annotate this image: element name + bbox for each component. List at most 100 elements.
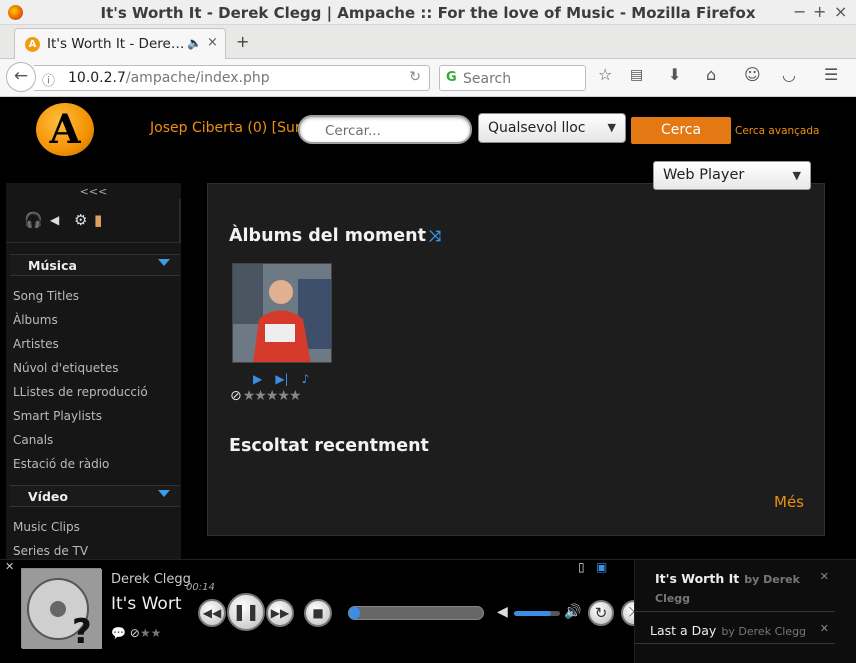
playlist-item-title: Last a Day xyxy=(650,623,717,638)
chevron-down-icon: ▼ xyxy=(792,169,801,182)
sidebar-item-playlists[interactable]: LListes de reproducció xyxy=(13,385,148,399)
expand-arrow-icon[interactable] xyxy=(158,490,170,497)
reading-list-icon[interactable]: ▤ xyxy=(630,67,643,83)
url-bar[interactable]: ⓘ 10.0.2.7/ampache/index.php ↻ xyxy=(34,65,430,91)
section-music[interactable]: Música xyxy=(10,254,180,276)
expand-arrow-icon[interactable] xyxy=(158,259,170,266)
document-icon[interactable]: ▯ xyxy=(578,560,585,574)
home-icon[interactable]: ⌂ xyxy=(706,65,716,84)
bookmark-star-icon[interactable]: ☆ xyxy=(598,65,612,84)
playlist-item-title: It's Worth It xyxy=(655,571,740,586)
comment-icon[interactable]: 💬 xyxy=(111,626,126,640)
sidebar-item-music-clips[interactable]: Music Clips xyxy=(13,520,80,534)
trending-albums-title: Àlbums del moment xyxy=(229,226,426,246)
maximize-button[interactable]: + xyxy=(813,2,826,21)
speaker-icon[interactable]: ◀ xyxy=(50,213,59,227)
playlist-item-artist: by Derek Clegg xyxy=(721,625,807,638)
sidebar-item-song-titles[interactable]: Song Titles xyxy=(13,289,79,303)
browser-search-field[interactable]: G Search xyxy=(439,65,586,91)
pocket-icon[interactable]: ◡ xyxy=(782,65,796,84)
now-playing-artist: Derek Clegg xyxy=(111,572,191,587)
site-search-input[interactable]: Cercar... xyxy=(298,115,472,144)
sidebar-item-smart-playlists[interactable]: Smart Playlists xyxy=(13,409,102,423)
mute-icon[interactable]: ◀ xyxy=(497,604,508,620)
remove-item-icon[interactable]: ✕ xyxy=(820,622,829,635)
main-panel: Àlbums del moment ⤨ ▶ ▶| ♪ ⊘ ★★★★★ Escolta… xyxy=(207,183,825,536)
sidebar-item-albums[interactable]: Àlbums xyxy=(13,313,58,327)
ampache-logo[interactable]: A xyxy=(36,103,94,156)
now-playing-art: ? xyxy=(21,568,102,652)
tab-close-button[interactable]: × xyxy=(207,35,218,50)
web-player-value: Web Player xyxy=(663,167,745,183)
site-search-placeholder: Cercar... xyxy=(325,123,381,139)
remove-item-icon[interactable]: ✕ xyxy=(820,570,829,583)
chevron-down-icon: ▼ xyxy=(607,121,616,134)
emoji-icon[interactable]: ☺ xyxy=(744,65,761,84)
playlist-item[interactable]: Last a Day by Derek Clegg ✕ xyxy=(635,618,835,644)
album-rating[interactable]: ⊘ ★★★★★ xyxy=(230,388,301,404)
more-link[interactable]: Més xyxy=(774,493,804,511)
web-player-select[interactable]: Web Player ▼ xyxy=(653,161,811,190)
volume-slider[interactable] xyxy=(514,611,560,616)
stop-button[interactable]: ■ xyxy=(304,599,332,627)
repeat-button[interactable]: ↻ xyxy=(588,600,614,626)
search-button[interactable]: Cerca xyxy=(631,117,731,144)
user-link[interactable]: Josep Ciberta (0) xyxy=(150,120,267,136)
headphones-icon[interactable]: 🎧 xyxy=(24,211,43,229)
player-rating-stars[interactable]: ★★ xyxy=(140,626,162,640)
volume-max-icon[interactable]: 🔊 xyxy=(564,604,581,620)
clear-rating-icon[interactable]: ⊘ xyxy=(130,626,140,640)
section-video[interactable]: Vídeo xyxy=(10,485,180,507)
new-tab-button[interactable]: + xyxy=(236,32,249,51)
pause-button[interactable]: ❚❚ xyxy=(227,593,265,631)
navigation-bar: ⓘ 10.0.2.7/ampache/index.php ↻ ← G Searc… xyxy=(0,59,856,97)
browser-tab[interactable]: A It's Worth It - Derek Clegg 🔈 × xyxy=(14,28,226,59)
playlist-item[interactable]: It's Worth It by Derek Clegg ✕ xyxy=(635,566,835,612)
elapsed-time: 00:14 xyxy=(186,582,215,593)
settings-icon[interactable]: ⚙ xyxy=(74,211,87,229)
search-scope-value: Qualsevol lloc xyxy=(488,120,586,136)
menu-icon[interactable]: ☰ xyxy=(824,65,838,84)
sidebar-item-tag-cloud[interactable]: Núvol d'etiquetes xyxy=(13,361,118,375)
url-path: /ampache/index.php xyxy=(125,70,270,86)
sidebar-item-tv-series[interactable]: Series de TV xyxy=(13,544,88,558)
next-button[interactable]: ▶▶ xyxy=(266,599,294,627)
info-icon[interactable]: ⓘ xyxy=(42,70,55,89)
album-cover[interactable] xyxy=(232,263,332,363)
shuffle-icon[interactable]: ⤨ xyxy=(429,227,441,245)
image-icon[interactable]: ▣ xyxy=(596,560,607,574)
tab-label: It's Worth It - Derek Clegg xyxy=(47,36,187,52)
sidebar-item-channels[interactable]: Canals xyxy=(13,433,53,447)
search-engine-icon: G xyxy=(446,70,457,85)
album-cover-photo xyxy=(233,264,331,362)
sidebar-item-radio[interactable]: Estació de ràdio xyxy=(13,457,109,471)
progress-bar[interactable] xyxy=(348,606,484,620)
section-music-title: Música xyxy=(28,258,77,273)
sidebar-collapse[interactable]: <<< xyxy=(6,185,181,198)
advanced-search-link[interactable]: Cerca avançada xyxy=(735,125,819,137)
play-icon[interactable]: ▶ xyxy=(253,372,262,386)
ampache-favicon: A xyxy=(25,37,40,52)
add-to-playlist-icon[interactable]: ♪ xyxy=(302,372,310,386)
download-icon[interactable]: ⬇ xyxy=(668,65,681,84)
rating-stars[interactable]: ★★★★★ xyxy=(243,388,302,404)
search-scope-select[interactable]: Qualsevol lloc ▼ xyxy=(478,113,626,143)
close-window-button[interactable]: × xyxy=(834,2,847,21)
now-playing-actions: 💬 ⊘★★ xyxy=(111,626,161,640)
sidebar-item-artists[interactable]: Artistes xyxy=(13,337,59,351)
close-player-icon[interactable]: ✕ xyxy=(5,560,14,573)
play-next-icon[interactable]: ▶| xyxy=(275,372,288,386)
back-button[interactable]: ← xyxy=(6,62,36,92)
minimize-button[interactable]: − xyxy=(793,2,806,21)
volume-fill xyxy=(514,611,551,616)
reload-icon[interactable]: ↻ xyxy=(409,69,421,85)
logout-door-icon[interactable]: ▮ xyxy=(94,211,102,229)
url-text[interactable]: 10.0.2.7/ampache/index.php xyxy=(68,70,270,86)
clear-rating-icon[interactable]: ⊘ xyxy=(230,388,242,404)
cd-icon: ? xyxy=(22,569,102,652)
previous-button[interactable]: ◀◀ xyxy=(198,599,226,627)
web-player: ✕ ? Derek Clegg 00:14 It's Worth It 💬 ⊘★… xyxy=(0,559,856,663)
speaker-icon[interactable]: 🔈 xyxy=(187,36,202,50)
section-video-title: Vídeo xyxy=(28,489,68,504)
now-playing-title: It's Worth It xyxy=(111,594,183,614)
